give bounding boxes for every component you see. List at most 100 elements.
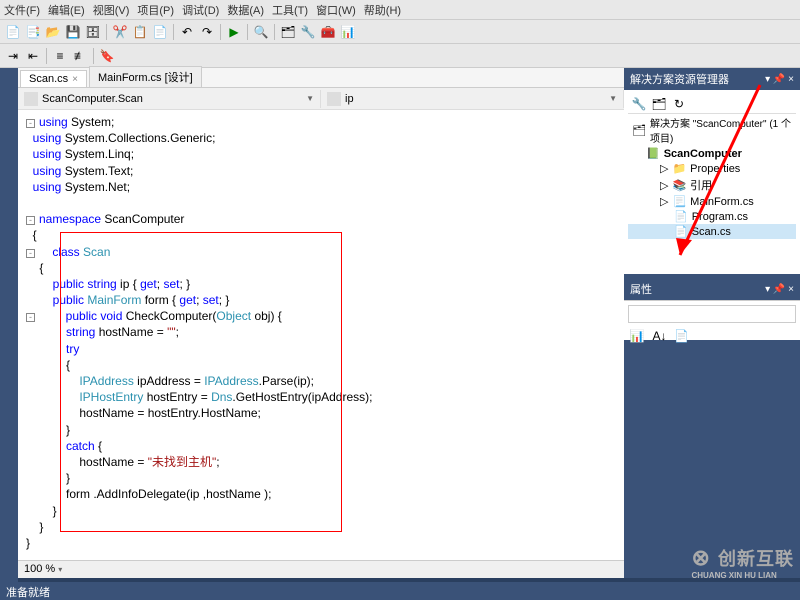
properties-panel: 属性 ▾ 📌 × 📊 A↓ 📄 — [624, 278, 800, 340]
panel-title: 属性 — [630, 281, 652, 297]
class-view-icon[interactable]: 📊 — [339, 23, 357, 41]
solution-explorer-body: 🔧 🗂 ↻ 🗂 解决方案 "ScanComputer" (1 个项目) 📗 Sc… — [624, 90, 800, 274]
pin-icon[interactable]: ▾ 📌 × — [765, 74, 794, 85]
properties-header[interactable]: 属性 ▾ 📌 × — [624, 278, 800, 300]
undo-icon[interactable]: ↶ — [178, 23, 196, 41]
pin-icon[interactable]: ▾ 📌 × — [765, 284, 794, 295]
properties-node[interactable]: ▷ 📁 Properties — [628, 161, 796, 176]
menu-tools[interactable]: 工具(T) — [272, 2, 308, 18]
member-name: ip — [345, 93, 354, 105]
copy-icon[interactable]: 📋 — [131, 23, 149, 41]
redo-icon[interactable]: ↷ — [198, 23, 216, 41]
properties-icon[interactable]: 🔧 — [630, 95, 648, 113]
tree-label: Scan.cs — [692, 226, 731, 238]
code-editor[interactable]: -using System; using System.Collections.… — [18, 110, 624, 556]
open-icon[interactable]: 📂 — [44, 23, 62, 41]
save-icon[interactable]: 💾 — [64, 23, 82, 41]
solution-icon: 🗂 — [632, 124, 646, 137]
add-item-icon[interactable]: 📑 — [24, 23, 42, 41]
solution-explorer-icon[interactable]: 🗂 — [279, 23, 297, 41]
field-icon — [327, 92, 341, 106]
menu-project[interactable]: 项目(P) — [137, 2, 174, 18]
separator — [93, 48, 94, 64]
close-icon[interactable]: × — [72, 74, 78, 85]
properties-body: 📊 A↓ 📄 — [624, 300, 800, 340]
toolbox-icon[interactable]: 🧰 — [319, 23, 337, 41]
zoom-level[interactable]: 100 % — [24, 563, 55, 575]
editor-area: Scan.cs × MainForm.cs [设计] ScanComputer.… — [18, 68, 624, 578]
code-nav-bar: ScanComputer.Scan ▼ ip ▼ — [18, 88, 624, 110]
zoom-bar: 100 % ▾ — [18, 560, 624, 578]
class-icon — [24, 92, 38, 106]
references-icon: 📚 — [672, 179, 686, 192]
toolbar-main: 📄 📑 📂 💾 🗄 ✂️ 📋 📄 ↶ ↷ ▶ 🔍 🗂 🔧 🧰 📊 — [0, 20, 800, 44]
separator — [173, 24, 174, 40]
bookmark-icon[interactable]: 🔖 — [98, 47, 116, 65]
csharp-project-icon: 📗 — [646, 147, 660, 160]
indent-icon[interactable]: ⇥ — [4, 47, 22, 65]
menu-edit[interactable]: 编辑(E) — [48, 2, 85, 18]
panel-title: 解决方案资源管理器 — [630, 71, 729, 87]
type-name: ScanComputer.Scan — [42, 93, 143, 105]
tree-label: ScanComputer — [664, 148, 742, 160]
properties-icon[interactable]: 🔧 — [299, 23, 317, 41]
new-project-icon[interactable]: 📄 — [4, 23, 22, 41]
left-dock-rail[interactable] — [0, 68, 18, 598]
separator — [106, 24, 107, 40]
folder-icon: 📁 — [672, 162, 686, 175]
expand-icon[interactable]: ▷ — [660, 179, 668, 192]
save-all-icon[interactable]: 🗄 — [84, 23, 102, 41]
document-tabs: Scan.cs × MainForm.cs [设计] — [18, 68, 624, 88]
chevron-down-icon[interactable]: ▾ — [58, 565, 62, 574]
separator — [247, 24, 248, 40]
uncomment-icon[interactable]: ≢ — [71, 47, 89, 65]
mainform-node[interactable]: ▷ 📃 MainForm.cs — [628, 194, 796, 209]
status-bar: 准备就绪 — [0, 582, 800, 600]
show-all-icon[interactable]: 🗂 — [650, 95, 668, 113]
cs-file-icon: 📄 — [674, 210, 688, 223]
tree-label: Properties — [690, 163, 740, 175]
property-pages-icon[interactable]: 📄 — [673, 327, 691, 345]
chevron-down-icon: ▼ — [609, 94, 617, 103]
expand-icon[interactable]: ▷ — [660, 195, 668, 208]
menu-bar: 文件(F) 编辑(E) 视图(V) 项目(P) 调试(D) 数据(A) 工具(T… — [0, 0, 800, 20]
references-node[interactable]: ▷ 📚 引用 — [628, 176, 796, 194]
member-selector[interactable]: ip ▼ — [321, 90, 624, 108]
solution-explorer-header[interactable]: 解决方案资源管理器 ▾ 📌 × — [624, 68, 800, 90]
separator — [220, 24, 221, 40]
cut-icon[interactable]: ✂️ — [111, 23, 129, 41]
menu-help[interactable]: 帮助(H) — [364, 2, 401, 18]
project-node[interactable]: 📗 ScanComputer — [628, 146, 796, 161]
tab-scan-cs[interactable]: Scan.cs × — [20, 70, 87, 87]
cs-file-icon: 📄 — [674, 225, 688, 238]
menu-data[interactable]: 数据(A) — [227, 2, 264, 18]
find-icon[interactable]: 🔍 — [252, 23, 270, 41]
menu-window[interactable]: 窗口(W) — [316, 2, 356, 18]
scan-node[interactable]: 📄 Scan.cs — [628, 224, 796, 239]
type-selector[interactable]: ScanComputer.Scan ▼ — [18, 90, 321, 108]
menu-file[interactable]: 文件(F) — [4, 2, 40, 18]
program-node[interactable]: 📄 Program.cs — [628, 209, 796, 224]
menu-view[interactable]: 视图(V) — [93, 2, 130, 18]
alphabetical-icon[interactable]: A↓ — [650, 327, 668, 345]
separator — [274, 24, 275, 40]
object-selector[interactable] — [628, 305, 796, 323]
tab-mainform-designer[interactable]: MainForm.cs [设计] — [89, 66, 202, 87]
tree-label: Program.cs — [692, 211, 748, 223]
start-debug-icon[interactable]: ▶ — [225, 23, 243, 41]
tree-label: MainForm.cs — [690, 196, 754, 208]
solution-toolbar: 🔧 🗂 ↻ — [628, 94, 796, 114]
chevron-down-icon: ▼ — [306, 94, 314, 103]
status-text: 准备就绪 — [6, 587, 50, 599]
outdent-icon[interactable]: ⇤ — [24, 47, 42, 65]
menu-debug[interactable]: 调试(D) — [182, 2, 219, 18]
categorized-icon[interactable]: 📊 — [628, 327, 646, 345]
comment-icon[interactable]: ≡ — [51, 47, 69, 65]
paste-icon[interactable]: 📄 — [151, 23, 169, 41]
refresh-icon[interactable]: ↻ — [670, 95, 688, 113]
right-dock: 解决方案资源管理器 ▾ 📌 × 🔧 🗂 ↻ 🗂 解决方案 "ScanComput… — [624, 68, 800, 578]
tab-label: MainForm.cs [设计] — [98, 69, 193, 85]
solution-root[interactable]: 🗂 解决方案 "ScanComputer" (1 个项目) — [628, 114, 796, 146]
expand-icon[interactable]: ▷ — [660, 162, 668, 175]
separator — [46, 48, 47, 64]
